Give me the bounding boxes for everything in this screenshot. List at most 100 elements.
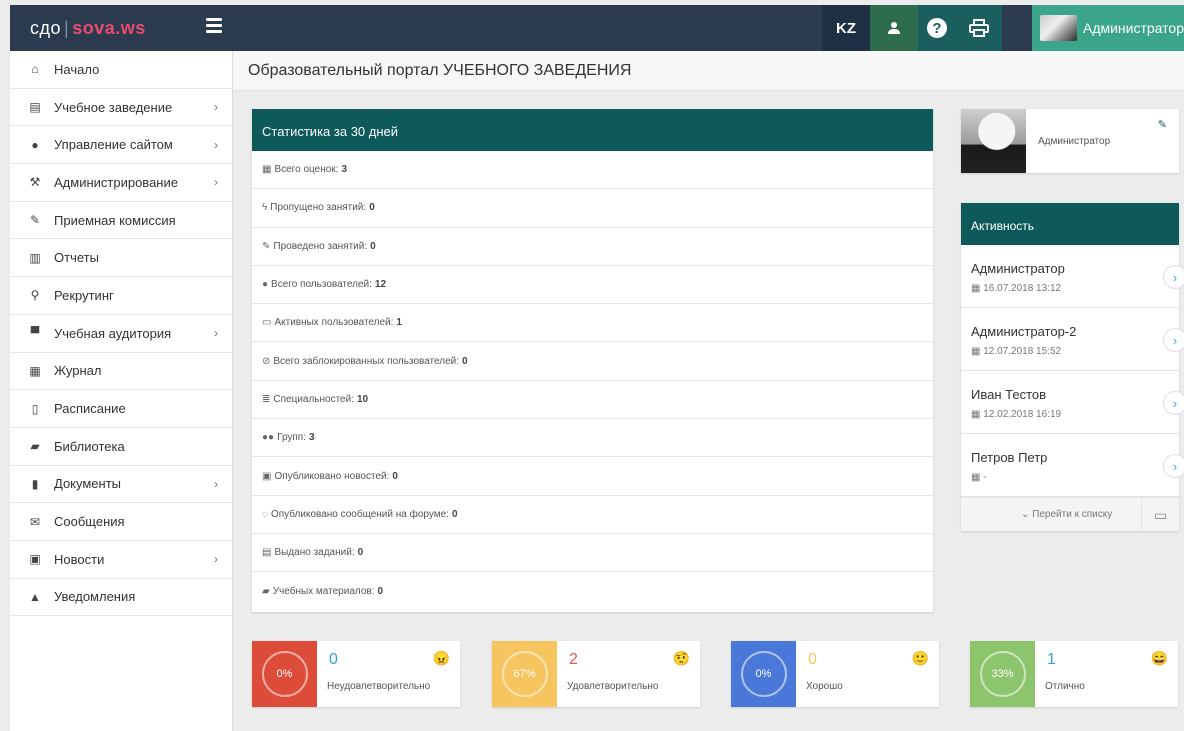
edit-icon[interactable]: ✎ <box>1158 118 1167 131</box>
chevron-down-icon: ⌄ <box>1021 509 1033 520</box>
pencil-icon: ✎ <box>29 213 41 228</box>
sidebar-item-news[interactable]: ▣ Новости › <box>10 541 232 579</box>
sidebar-item-schedule[interactable]: ▯ Расписание <box>10 390 232 428</box>
sidebar-item-admission[interactable]: ✎ Приемная комиссия <box>10 202 232 240</box>
help-button[interactable]: ? <box>918 5 956 51</box>
view-list-label: Перейти к списку <box>1032 509 1113 520</box>
sidebar-item-label: Расписание <box>54 401 126 417</box>
bolt-icon: ϟ <box>262 202 268 214</box>
calendar-icon: ▦ <box>971 409 984 420</box>
stat-label: Проведено занятий: <box>273 240 368 252</box>
user-button[interactable] <box>870 5 918 51</box>
user-icon: ● <box>262 279 269 291</box>
logo-separator: | <box>64 18 70 38</box>
table-icon: ▦ <box>29 363 41 378</box>
page-title: Образовательный портал УЧЕБНОГО ЗАВЕДЕНИ… <box>248 62 632 79</box>
skeptical-face-icon: 🤨 <box>672 650 690 666</box>
sidebar-item-label: Рекрутинг <box>54 287 114 303</box>
help-icon: ? <box>927 18 947 38</box>
activity-item: Администратор-2 ▦ 12.07.2018 15:52 › <box>961 308 1184 371</box>
language-button[interactable]: KZ <box>822 5 870 51</box>
sidebar-item-site[interactable]: ● Управление сайтом › <box>10 126 232 165</box>
user-menu[interactable]: Администратор <box>1032 5 1184 51</box>
stat-value: 0 <box>462 355 468 367</box>
chevron-right-icon[interactable]: › <box>1163 265 1184 289</box>
stat-row: ϟ Пропущено занятий: 0 <box>252 189 933 228</box>
activity-item: Иван Тестов ▦ 12.02.2018 16:19 › <box>961 371 1184 434</box>
stat-label: Выдано заданий: <box>274 547 355 559</box>
stat-label: Групп: <box>277 432 307 444</box>
building-icon: ▤ <box>29 100 41 115</box>
stat-value: 0 <box>377 585 384 597</box>
activity-item: Петров Петр ▦ - › <box>961 434 1184 497</box>
stat-value: 0 <box>357 547 364 559</box>
sidebar: ⌂ Начало ▤ Учебное заведение › ● Управление … <box>10 51 233 731</box>
newspaper-icon: ▣ <box>262 470 272 482</box>
sidebar-item-home[interactable]: ⌂ Начало <box>10 51 232 89</box>
grade-count: 0 <box>808 651 817 668</box>
chevron-right-icon[interactable]: › <box>1163 454 1184 478</box>
grade-count: 0 <box>329 651 338 668</box>
grid-icon: ▦ <box>262 164 272 176</box>
activity-footer: ⌄ Перейти к списку ▭ <box>961 497 1179 532</box>
sidebar-item-classroom[interactable]: ▀ Учебная аудитория › <box>10 315 232 353</box>
chevron-right-icon: › <box>214 100 218 115</box>
activity-name: Администратор-2 <box>971 324 1077 339</box>
avatar <box>1040 15 1077 41</box>
grade-count: 1 <box>1047 651 1056 668</box>
activity-date-value: 12.07.2018 15:52 <box>983 346 1062 357</box>
book-icon: ▰ <box>30 439 40 454</box>
activity-date: ▦ 12.02.2018 16:19 <box>971 409 1169 420</box>
envelope-icon: ✉ <box>29 514 41 529</box>
view-list-link[interactable]: ⌄ Перейти к списку <box>1021 509 1112 520</box>
chevron-right-icon: › <box>214 326 218 341</box>
sidebar-item-notifications[interactable]: ▲ Уведомления <box>10 579 232 617</box>
sidebar-item-label: Отчеты <box>54 250 99 266</box>
sidebar-item-recruiting[interactable]: ⚲ Рекрутинг <box>10 277 232 315</box>
sidebar-item-library[interactable]: ▰ Библиотека <box>10 428 232 466</box>
grade-ring: 33% <box>970 641 1035 707</box>
stat-value: 10 <box>357 393 369 405</box>
print-button[interactable] <box>956 5 1002 51</box>
chevron-right-icon: › <box>214 552 218 567</box>
stat-value: 0 <box>370 240 376 252</box>
sidebar-item-reports[interactable]: ▥ Отчеты <box>10 239 232 278</box>
activity-date: ▦ - <box>971 472 1169 483</box>
print-icon <box>969 19 989 37</box>
profile-name: Администратор <box>1038 136 1111 147</box>
sidebar-item-institution[interactable]: ▤ Учебное заведение › <box>10 89 232 127</box>
grade-percent: 0% <box>261 651 308 697</box>
stat-value: 0 <box>392 470 398 482</box>
activity-date: ▦ 12.07.2018 15:52 <box>971 346 1169 357</box>
stat-row: ▭ Активных пользователей: 1 <box>252 304 933 343</box>
sidebar-item-journal[interactable]: ▦ Журнал <box>10 353 232 391</box>
activity-name: Администратор <box>971 261 1065 276</box>
admin-icon: ⚒ <box>29 175 41 190</box>
top-bar: сдо | sova.ws KZ ? Администратор <box>10 5 1184 51</box>
sidebar-item-documents[interactable]: ▮ Документы › <box>10 466 232 504</box>
grade-card-good: 0% 0 Хорошо 🙂 <box>731 641 939 707</box>
stat-row: ●● Групп: 3 <box>252 419 933 458</box>
chevron-right-icon[interactable]: › <box>1163 391 1184 415</box>
user-name: Администратор <box>1082 20 1184 36</box>
angry-face-icon: 😠 <box>432 650 450 666</box>
stat-value: 12 <box>374 279 387 291</box>
activity-panel: Активность Администратор ▦ 16.07.2018 13… <box>961 203 1184 532</box>
avatar <box>961 109 1026 173</box>
smile-face-icon: 🙂 <box>911 650 929 666</box>
sidebar-item-label: Управление сайтом <box>54 137 173 153</box>
grade-ring: 0% <box>731 641 796 707</box>
user-icon <box>888 22 900 34</box>
stat-row: ◌ Опубликовано сообщений на форуме: 0 <box>252 496 933 534</box>
calendar-icon: ▦ <box>971 346 984 357</box>
sidebar-item-label: Учебное заведение <box>54 99 173 115</box>
chevron-right-icon[interactable]: › <box>1163 328 1184 352</box>
sidebar-item-messages[interactable]: ✉ Сообщения <box>10 503 232 541</box>
chevron-right-icon: › <box>214 476 218 491</box>
logo[interactable]: сдо | sova.ws <box>30 18 146 39</box>
sidebar-item-admin[interactable]: ⚒ Администрирование › <box>10 164 232 202</box>
sidebar-item-label: Уведомления <box>54 589 136 605</box>
menu-icon[interactable] <box>206 18 222 36</box>
home-icon: ⌂ <box>31 62 39 77</box>
network-icon[interactable]: ▭ <box>1141 498 1179 532</box>
